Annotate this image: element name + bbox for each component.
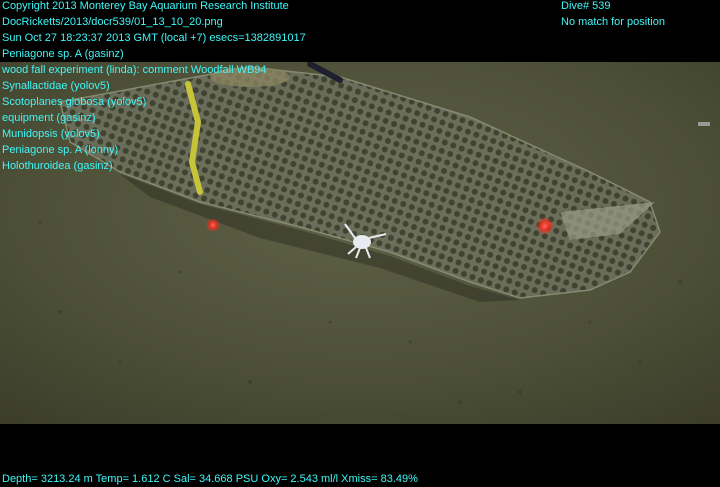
header-left-overlay: Copyright 2013 Monterey Bay Aquarium Res…	[2, 0, 306, 174]
header-right-overlay: Dive# 539 No match for position	[561, 0, 665, 30]
position-status: No match for position	[561, 16, 665, 28]
annotation-item: wood fall experiment (linda): comment Wo…	[2, 64, 267, 76]
laser-dot-left	[206, 218, 220, 232]
sensor-readout: Depth= 3213.24 m Temp= 1.612 C Sal= 34.6…	[2, 473, 418, 485]
laser-dot-right	[536, 217, 554, 235]
annotation-item: equipment (gasinz)	[2, 112, 96, 124]
copyright-line: Copyright 2013 Monterey Bay Aquarium Res…	[2, 0, 289, 12]
video-frame: Copyright 2013 Monterey Bay Aquarium Res…	[0, 0, 720, 486]
debris	[698, 122, 710, 126]
annotation-item: Scotoplanes globosa (yolov5)	[2, 96, 147, 108]
annotation-item: Peniagone sp. A (lonny)	[2, 144, 119, 156]
annotation-item: Synallactidae (yolov5)	[2, 80, 110, 92]
annotation-item: Holothuroidea (gasinz)	[2, 160, 113, 172]
annotation-item: Peniagone sp. A (gasinz)	[2, 48, 124, 60]
dive-number: Dive# 539	[561, 0, 611, 12]
annotation-item: Munidopsis (yolov5)	[2, 128, 100, 140]
filename-line: DocRicketts/2013/docr539/01_13_10_20.png	[2, 16, 223, 28]
timestamp-line: Sun Oct 27 18:23:37 2013 GMT (local +7) …	[2, 32, 306, 44]
